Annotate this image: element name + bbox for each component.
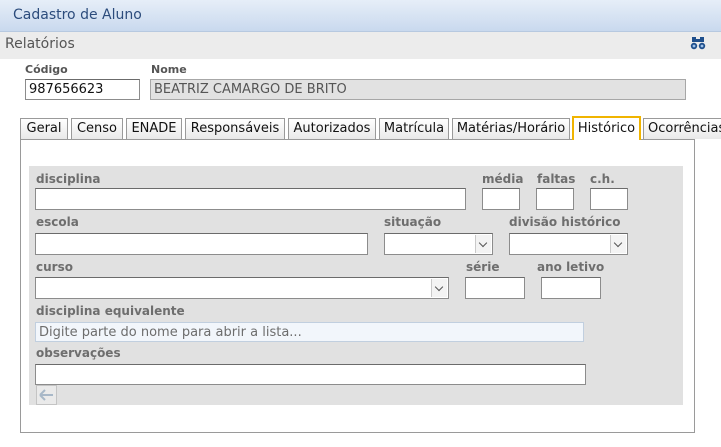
tab-autorizados[interactable]: Autorizados [288,118,376,139]
nome-field[interactable]: BEATRIZ CAMARGO DE BRITO [150,79,686,100]
chevron-down-icon[interactable] [610,235,626,253]
title-bar: Cadastro de Aluno [0,0,721,32]
tab-censo[interactable]: Censo [71,118,123,139]
serie-label: série [466,260,500,274]
tab-geral[interactable]: Geral [20,118,68,139]
ano-letivo-label: ano letivo [537,260,605,274]
binoculars-icon[interactable] [690,35,706,51]
observacoes-field[interactable] [35,364,586,385]
curso-label: curso [36,260,73,274]
disciplina-equivalente-label: disciplina equivalente [36,304,185,318]
faltas-label: faltas [537,172,576,186]
serie-field[interactable] [465,277,525,299]
divisao-historico-label: divisão histórico [509,215,621,229]
tab-enade[interactable]: ENADE [126,118,182,139]
disciplina-equivalente-input[interactable]: Digite parte do nome para abrir a lista.… [35,322,584,342]
situacao-label: situação [384,215,442,229]
chevron-down-icon[interactable] [431,279,447,297]
media-label: média [482,172,524,186]
chevron-down-icon[interactable] [475,235,491,253]
escola-label: escola [36,215,79,229]
tab-responsaveis[interactable]: Responsáveis [185,118,285,139]
codigo-field[interactable]: 987656623 [25,79,140,100]
back-arrow-icon[interactable] [36,385,57,405]
curso-select[interactable] [35,277,449,299]
disciplina-label: disciplina [36,172,101,186]
codigo-label: Código [25,63,68,76]
media-field[interactable] [482,188,520,210]
faltas-field[interactable] [536,188,574,210]
ano-letivo-field[interactable] [541,277,601,299]
escola-field[interactable] [35,233,368,255]
nome-label: Nome [151,63,187,76]
ch-field[interactable] [590,188,628,210]
ch-label: c.h. [590,172,615,186]
window-title: Cadastro de Aluno [13,7,142,23]
tab-materias-horario[interactable]: Matérias/Horário [452,118,570,139]
reports-menu[interactable]: Relatórios [5,36,75,52]
tab-matricula[interactable]: Matrícula [379,118,449,139]
reports-bar: Relatórios [0,32,721,59]
tab-ocorrencias[interactable]: Ocorrências [643,118,721,139]
disciplina-field[interactable] [35,188,466,210]
observacoes-label: observações [36,346,121,360]
tab-historico[interactable]: Histórico [572,116,641,140]
